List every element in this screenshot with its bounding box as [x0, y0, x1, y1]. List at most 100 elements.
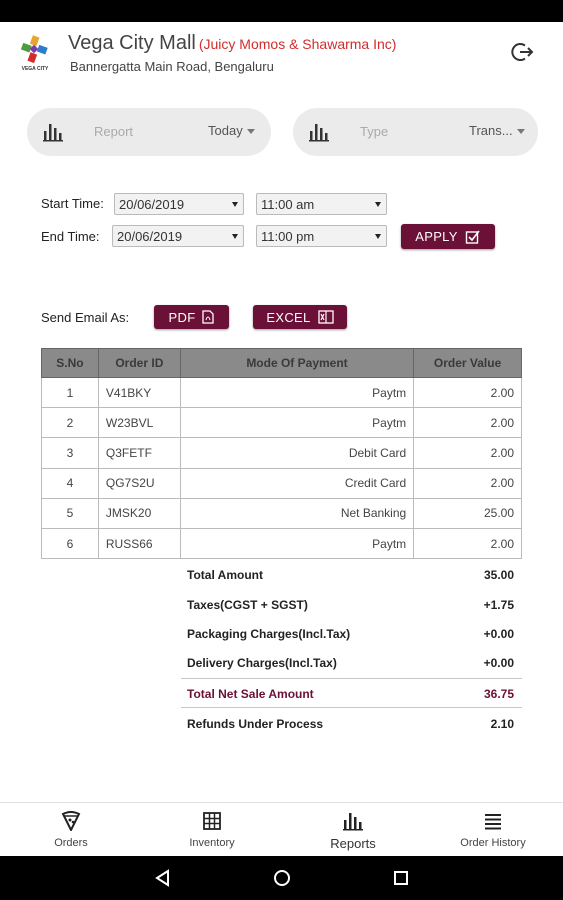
cell-order-id: V41BKY	[97, 376, 181, 409]
cell-payment-mode: Paytm	[179, 376, 415, 409]
chevron-down-icon	[516, 129, 525, 135]
start-date-select[interactable]: 20/06/2019	[114, 193, 244, 215]
nav-order-history[interactable]: Order History	[438, 803, 548, 857]
apply-button[interactable]: APPLY	[401, 224, 495, 249]
pdf-file-icon	[202, 310, 215, 324]
nav-orders[interactable]: Orders	[16, 803, 126, 857]
start-time-value: 11:00 am	[261, 197, 315, 212]
header-order-id: Order ID	[97, 348, 181, 378]
report-filter[interactable]: Report Today	[27, 108, 271, 156]
end-time-select[interactable]: 11:00 pm	[256, 225, 387, 247]
summary-value: +1.75	[483, 598, 514, 612]
nav-orders-label: Orders	[54, 837, 88, 849]
cell-sno: 4	[41, 467, 99, 499]
summary-label: Delivery Charges(Incl.Tax)	[187, 656, 337, 670]
type-filter-value-text: Trans...	[469, 123, 513, 138]
report-filter-label: Report	[94, 124, 134, 139]
nav-inventory-label: Inventory	[189, 837, 235, 849]
dropdown-arrow-icon	[375, 202, 381, 207]
start-time-select[interactable]: 11:00 am	[256, 193, 387, 215]
summary-total-amount: Total Amount 35.00	[181, 560, 522, 590]
type-filter-value[interactable]: Trans...	[469, 123, 525, 138]
cell-order-id: Q3FETF	[97, 437, 181, 469]
dropdown-arrow-icon	[232, 234, 238, 239]
excel-button-label: EXCEL	[266, 309, 311, 325]
summary-value: 35.00	[483, 568, 514, 582]
apply-button-label: APPLY	[415, 229, 458, 244]
type-filter-label: Type	[360, 124, 389, 139]
recent-apps-icon[interactable]	[391, 868, 411, 888]
cell-sno: 3	[41, 437, 99, 469]
logo-caption: VEGA CITY	[21, 66, 49, 72]
back-icon[interactable]	[153, 868, 173, 888]
cell-payment-mode: Paytm	[179, 527, 415, 560]
grid-table-icon	[203, 812, 221, 830]
end-time-value: 11:00 pm	[261, 229, 315, 244]
cell-payment-mode: Credit Card	[179, 467, 415, 499]
table-row: 2 W23BVL Paytm 2.00	[41, 407, 522, 439]
cell-order-id: W23BVL	[97, 407, 181, 439]
summary-taxes: Taxes(CGST + SGST) +1.75	[181, 590, 522, 620]
mall-name: Vega City Mall (Juicy Momos & Shawarma In…	[68, 32, 396, 55]
excel-file-icon	[317, 310, 334, 324]
summary-label: Refunds Under Process	[187, 717, 324, 731]
summary-packaging-charges: Packaging Charges(Incl.Tax) +0.00	[181, 619, 522, 649]
end-date-value: 20/06/2019	[117, 229, 183, 244]
bar-chart-icon	[309, 124, 329, 142]
summary-value: +0.00	[483, 627, 514, 641]
home-icon[interactable]	[272, 868, 292, 888]
cell-sno: 5	[41, 497, 99, 529]
summary-value: 2.10	[490, 717, 514, 731]
bar-chart-icon	[343, 813, 363, 831]
table-row: 1 V41BKY Paytm 2.00	[41, 376, 522, 409]
report-filter-value-text: Today	[208, 123, 243, 138]
table-header-row: S.No Order ID Mode Of Payment Order Valu…	[41, 348, 522, 378]
cell-sno: 1	[41, 376, 99, 409]
pdf-button-label: PDF	[168, 309, 196, 325]
dropdown-arrow-icon	[232, 202, 238, 207]
excel-button[interactable]: EXCEL	[253, 305, 347, 329]
bar-chart-icon	[43, 124, 63, 142]
android-navigation-bar	[0, 856, 563, 900]
header-payment-mode: Mode Of Payment	[179, 348, 415, 378]
table-row: 4 QG7S2U Credit Card 2.00	[41, 467, 522, 499]
pdf-button[interactable]: PDF	[154, 305, 229, 329]
summary-total-net-sale: Total Net Sale Amount 36.75	[181, 678, 522, 708]
nav-reports[interactable]: Reports	[298, 803, 408, 857]
cell-order-value: 25.00	[413, 497, 522, 529]
cell-sno: 2	[41, 407, 99, 439]
nav-inventory[interactable]: Inventory	[157, 803, 267, 857]
nav-order-history-label: Order History	[460, 837, 526, 849]
cell-payment-mode: Paytm	[179, 407, 415, 439]
list-lines-icon	[485, 814, 501, 830]
app-header: VEGA CITY Vega City Mall (Juicy Momos & S…	[0, 22, 563, 84]
cell-order-id: JMSK20	[97, 497, 181, 529]
status-bar	[0, 0, 563, 22]
table-row: 3 Q3FETF Debit Card 2.00	[41, 437, 522, 469]
header-order-value: Order Value	[413, 348, 522, 378]
summary-label: Packaging Charges(Incl.Tax)	[187, 627, 351, 641]
report-filter-value[interactable]: Today	[208, 123, 255, 138]
orders-table: S.No Order ID Mode Of Payment Order Valu…	[41, 348, 522, 560]
header-sno: S.No	[41, 348, 99, 378]
logout-icon[interactable]	[511, 40, 535, 64]
table-row: 5 JMSK20 Net Banking 25.00	[41, 497, 522, 529]
end-date-select[interactable]: 20/06/2019	[112, 225, 244, 247]
cell-payment-mode: Net Banking	[179, 497, 415, 529]
cell-order-id: QG7S2U	[97, 467, 181, 499]
pizza-slice-icon	[61, 811, 81, 831]
summary-label: Total Amount	[187, 568, 263, 582]
store-address: Bannergatta Main Road, Bengaluru	[70, 59, 274, 74]
start-date-value: 20/06/2019	[119, 197, 185, 212]
start-time-label: Start Time:	[41, 196, 104, 211]
summary-value: 36.75	[483, 687, 514, 701]
summary-refunds: Refunds Under Process 2.10	[181, 709, 522, 739]
type-filter[interactable]: Type Trans...	[293, 108, 538, 156]
dropdown-arrow-icon	[375, 234, 381, 239]
summary-label: Total Net Sale Amount	[187, 687, 314, 701]
chevron-down-icon	[246, 129, 255, 135]
cell-sno: 6	[41, 527, 99, 560]
cell-order-value: 2.00	[413, 527, 522, 560]
vega-city-logo	[20, 35, 48, 64]
cell-order-value: 2.00	[413, 437, 522, 469]
